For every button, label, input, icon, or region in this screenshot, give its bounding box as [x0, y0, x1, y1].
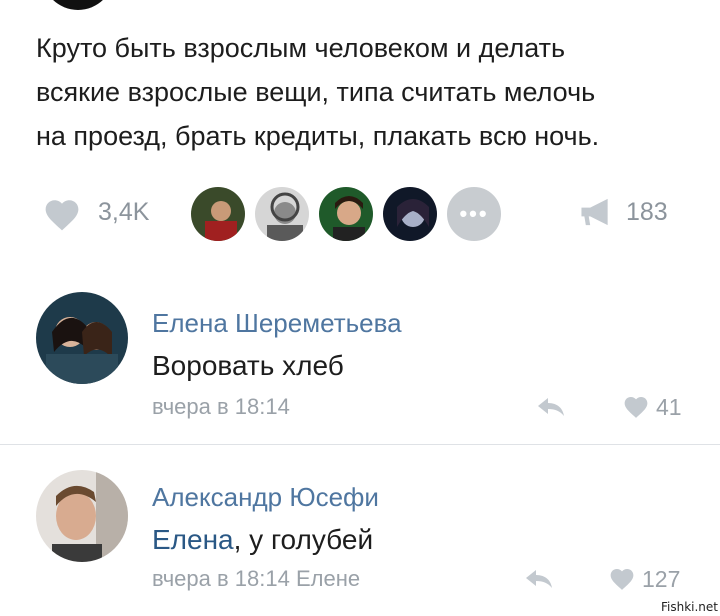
heart-icon[interactable] [622, 394, 650, 419]
comment-author[interactable]: Александр Юсефи [152, 482, 379, 513]
comment-timestamp: вчера в 18:14 Елене [152, 566, 361, 591]
like-count[interactable]: 3,4K [98, 198, 149, 227]
comment-divider [0, 444, 720, 445]
watermark: Fishki.net [660, 600, 718, 614]
liker-avatar[interactable] [188, 184, 248, 244]
comment-like-count[interactable]: 127 [642, 566, 680, 593]
comment-avatar[interactable] [36, 470, 128, 562]
post-actions-bar: 3,4K ••• 183 [0, 182, 720, 246]
heart-icon[interactable] [608, 566, 636, 591]
reply-icon[interactable] [524, 568, 554, 590]
post-text-line: на проезд, брать кредиты, плакать всю но… [36, 121, 600, 151]
comment-text: Воровать хлеб [152, 350, 344, 381]
comment-timestamp: вчера в 18:14 [152, 394, 290, 419]
liker-avatar[interactable] [316, 184, 376, 244]
heart-icon[interactable] [42, 196, 82, 232]
megaphone-icon[interactable] [578, 196, 614, 228]
comment-text-rest: , у голубей [233, 524, 374, 555]
liker-avatar[interactable] [380, 184, 440, 244]
post-text: Круто быть взрослым человеком и делать в… [36, 26, 696, 158]
share-count[interactable]: 183 [626, 198, 668, 227]
more-dots-icon: ••• [459, 201, 489, 226]
reply-icon[interactable] [536, 396, 566, 418]
more-likers-button[interactable]: ••• [444, 184, 504, 244]
post-text-line: всякие взрослые вещи, типа считать мелоч… [36, 77, 596, 107]
post-text-line: Круто быть взрослым человеком и делать [36, 33, 566, 63]
reply-mention-link[interactable]: Елена [152, 524, 234, 555]
comment-text: Елена, у голубей [152, 524, 373, 556]
comment-avatar[interactable] [36, 292, 128, 384]
liker-avatar[interactable] [252, 184, 312, 244]
comment-author[interactable]: Елена Шереметьева [152, 308, 402, 339]
post-author-avatar[interactable] [42, 0, 114, 10]
comment-like-count[interactable]: 41 [656, 394, 682, 421]
